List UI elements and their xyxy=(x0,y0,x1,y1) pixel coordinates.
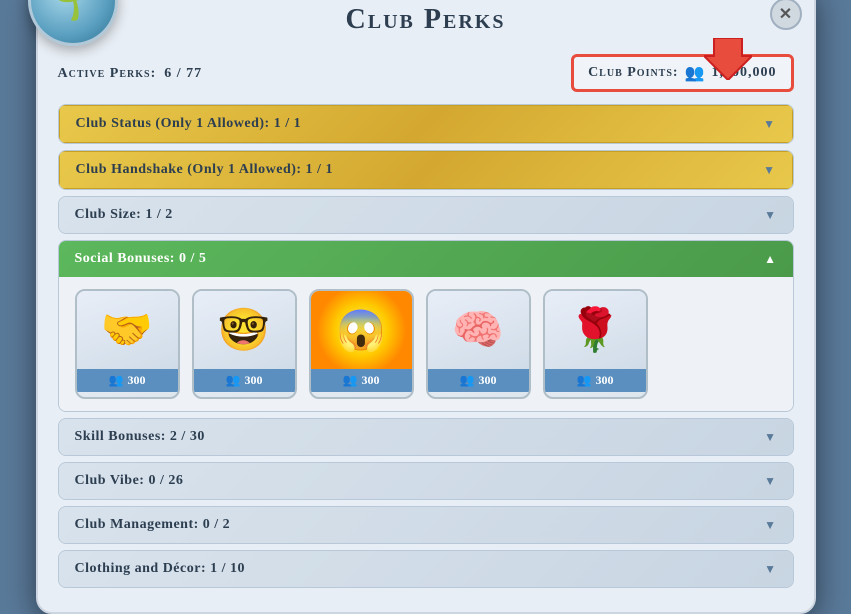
rose-image: 🌹 xyxy=(545,291,646,369)
chevron-up-icon: ▲ xyxy=(764,252,776,267)
active-perks-info: Active Perks: 6 / 77 xyxy=(58,64,203,82)
active-perks-label: Active Perks: xyxy=(58,66,157,81)
close-button[interactable]: ✕ xyxy=(770,0,802,30)
perk-label-social-bonuses: Social Bonuses: 0 / 5 xyxy=(75,251,207,267)
perk-row-skill-bonuses: Skill Bonuses: 2 / 30 ▼ xyxy=(58,418,794,456)
perk-label-club-handshake: Club Handshake (Only 1 Allowed): 1 / 1 xyxy=(76,162,333,178)
mouth-image: 😱 xyxy=(311,291,412,369)
perk-header-skill-bonuses[interactable]: Skill Bonuses: 2 / 30 ▼ xyxy=(59,419,793,455)
perk-cost-brain: 👥 300 xyxy=(428,369,529,392)
perk-cost-glasses: 👥 300 xyxy=(194,369,295,392)
cost-value: 300 xyxy=(361,373,379,388)
chevron-down-icon: ▼ xyxy=(764,562,776,577)
perk-label-club-status: Club Status (Only 1 Allowed): 1 / 1 xyxy=(76,116,302,132)
perk-row-clothing-decor: Clothing and Décor: 1 / 10 ▼ xyxy=(58,550,794,588)
perk-card-glasses[interactable]: 🤓 👥 300 xyxy=(192,289,297,399)
red-arrow-indicator xyxy=(704,38,752,80)
people-icon-card: 👥 xyxy=(226,373,241,388)
perks-list: Club Status (Only 1 Allowed): 1 / 1 ▼ Cl… xyxy=(38,104,814,588)
people-icon-card: 👥 xyxy=(460,373,475,388)
modal-header: Club Perks ✕ xyxy=(38,0,814,48)
chevron-down-icon: ▼ xyxy=(764,518,776,533)
people-icon-card: 👥 xyxy=(343,373,358,388)
perk-cost-rose: 👥 300 xyxy=(545,369,646,392)
cost-value: 300 xyxy=(478,373,496,388)
stats-bar: Active Perks: 6 / 77 Club Points: 👥 1,00… xyxy=(38,48,814,104)
perk-header-clothing-decor[interactable]: Clothing and Décor: 1 / 10 ▼ xyxy=(59,551,793,587)
social-bonuses-content: 🤝 👥 300 🤓 👥 300 xyxy=(59,277,793,411)
perk-header-club-handshake[interactable]: Club Handshake (Only 1 Allowed): 1 / 1 ▼ xyxy=(59,151,793,189)
perk-cost-handshake: 👥 300 xyxy=(77,369,178,392)
cost-value: 300 xyxy=(595,373,613,388)
cost-value: 300 xyxy=(127,373,145,388)
perk-card-handshake[interactable]: 🤝 👥 300 xyxy=(75,289,180,399)
perk-label-club-management: Club Management: 0 / 2 xyxy=(75,517,231,533)
perk-header-club-vibe[interactable]: Club Vibe: 0 / 26 ▼ xyxy=(59,463,793,499)
modal-title: Club Perks xyxy=(346,4,506,36)
perk-row-club-handshake: Club Handshake (Only 1 Allowed): 1 / 1 ▼ xyxy=(58,150,794,190)
perk-row-club-status: Club Status (Only 1 Allowed): 1 / 1 ▼ xyxy=(58,104,794,144)
club-points-label: Club Points: xyxy=(588,65,679,81)
chevron-down-icon: ▼ xyxy=(763,163,775,178)
people-icon-points: 👥 xyxy=(685,63,706,83)
people-icon-card: 👥 xyxy=(109,373,124,388)
perk-header-club-management[interactable]: Club Management: 0 / 2 ▼ xyxy=(59,507,793,543)
cost-value: 300 xyxy=(244,373,262,388)
perk-cost-mouth: 👥 300 xyxy=(311,369,412,392)
people-icon-card: 👥 xyxy=(577,373,592,388)
perk-header-club-status[interactable]: Club Status (Only 1 Allowed): 1 / 1 ▼ xyxy=(59,105,793,143)
perk-row-social-bonuses: Social Bonuses: 0 / 5 ▲ 🤝 👥 300 xyxy=(58,240,794,412)
perk-row-club-size: Club Size: 1 / 2 ▼ xyxy=(58,196,794,234)
chevron-down-icon: ▼ xyxy=(764,474,776,489)
club-perks-modal: 🌱 Club Perks ✕ Active Perks: 6 / 77 Club… xyxy=(36,0,816,614)
perk-label-club-size: Club Size: 1 / 2 xyxy=(75,207,173,223)
club-points-box: Club Points: 👥 1,000,000 xyxy=(571,54,793,92)
perk-card-brain[interactable]: 🧠 👥 300 xyxy=(426,289,531,399)
chevron-down-icon: ▼ xyxy=(764,430,776,445)
perk-card-rose[interactable]: 🌹 👥 300 xyxy=(543,289,648,399)
brain-image: 🧠 xyxy=(428,291,529,369)
perk-header-club-size[interactable]: Club Size: 1 / 2 ▼ xyxy=(59,197,793,233)
handshake-image: 🤝 xyxy=(77,291,178,369)
perk-row-club-management: Club Management: 0 / 2 ▼ xyxy=(58,506,794,544)
active-perks-value: 6 / 77 xyxy=(164,66,202,81)
glasses-image: 🤓 xyxy=(194,291,295,369)
perk-label-club-vibe: Club Vibe: 0 / 26 xyxy=(75,473,184,489)
chevron-down-icon: ▼ xyxy=(764,208,776,223)
chevron-down-icon: ▼ xyxy=(763,117,775,132)
perk-header-social-bonuses[interactable]: Social Bonuses: 0 / 5 ▲ xyxy=(59,241,793,277)
perk-card-mouth[interactable]: 😱 👥 300 xyxy=(309,289,414,399)
perk-label-clothing-decor: Clothing and Décor: 1 / 10 xyxy=(75,561,246,577)
perk-row-club-vibe: Club Vibe: 0 / 26 ▼ xyxy=(58,462,794,500)
perk-label-skill-bonuses: Skill Bonuses: 2 / 30 xyxy=(75,429,205,445)
